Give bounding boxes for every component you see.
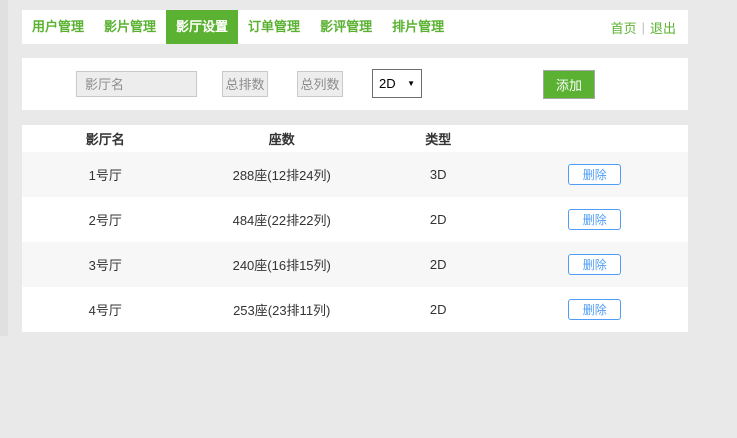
halls-table: 影厅名 座数 类型 1号厅 288座(12排24列) 3D 删除 2号厅 484… [22,125,688,332]
col-header-type: 类型 [375,125,502,152]
hall-name-cell: 3号厅 [22,242,189,287]
table-row: 4号厅 253座(23排11列) 2D 删除 [22,287,688,332]
actions-cell: 删除 [502,287,689,332]
window-edge-shadow [0,0,8,336]
dropdown-arrow-icon: ▼ [407,80,415,88]
type-cell: 2D [375,197,502,242]
table-header-row: 影厅名 座数 类型 [22,125,688,152]
home-link[interactable]: 首页 [611,18,637,37]
top-nav: 用户管理 影片管理 影厅设置 订单管理 影评管理 排片管理 首页 | 退出 [22,10,688,44]
table-row: 2号厅 484座(22排22列) 2D 删除 [22,197,688,242]
hall-name-cell: 4号厅 [22,287,189,332]
col-header-actions [502,125,689,152]
nav-item-user-management[interactable]: 用户管理 [22,10,94,44]
type-cell: 3D [375,152,502,197]
actions-cell: 删除 [502,152,689,197]
type-select[interactable]: 2D ▼ [372,69,422,98]
delete-button[interactable]: 删除 [568,164,621,185]
delete-button[interactable]: 删除 [568,299,621,320]
halls-table-panel: 影厅名 座数 类型 1号厅 288座(12排24列) 3D 删除 2号厅 484… [22,125,688,332]
hall-name-input[interactable] [76,71,197,97]
logout-link[interactable]: 退出 [650,18,676,37]
type-cell: 2D [375,287,502,332]
nav-separator: | [642,20,645,35]
table-row: 1号厅 288座(12排24列) 3D 删除 [22,152,688,197]
seats-cell: 253座(23排11列) [189,287,375,332]
table-row: 3号厅 240座(16排15列) 2D 删除 [22,242,688,287]
total-cols-input[interactable] [297,71,343,97]
seats-cell: 484座(22排22列) [189,197,375,242]
seats-cell: 240座(16排15列) [189,242,375,287]
delete-button[interactable]: 删除 [568,209,621,230]
type-select-value: 2D [379,76,396,91]
total-rows-input[interactable] [222,71,268,97]
nav-item-hall-settings[interactable]: 影厅设置 [166,10,238,44]
hall-name-cell: 2号厅 [22,197,189,242]
add-button[interactable]: 添加 [543,70,595,99]
add-hall-form: 2D ▼ 添加 [22,58,688,110]
hall-name-cell: 1号厅 [22,152,189,197]
seats-cell: 288座(12排24列) [189,152,375,197]
nav-item-schedule-management[interactable]: 排片管理 [382,10,454,44]
col-header-seats: 座数 [189,125,375,152]
actions-cell: 删除 [502,242,689,287]
type-cell: 2D [375,242,502,287]
delete-button[interactable]: 删除 [568,254,621,275]
nav-right-links: 首页 | 退出 [611,10,688,44]
nav-item-order-management[interactable]: 订单管理 [238,10,310,44]
actions-cell: 删除 [502,197,689,242]
col-header-hall-name: 影厅名 [22,125,189,152]
nav-item-review-management[interactable]: 影评管理 [310,10,382,44]
nav-item-film-management[interactable]: 影片管理 [94,10,166,44]
